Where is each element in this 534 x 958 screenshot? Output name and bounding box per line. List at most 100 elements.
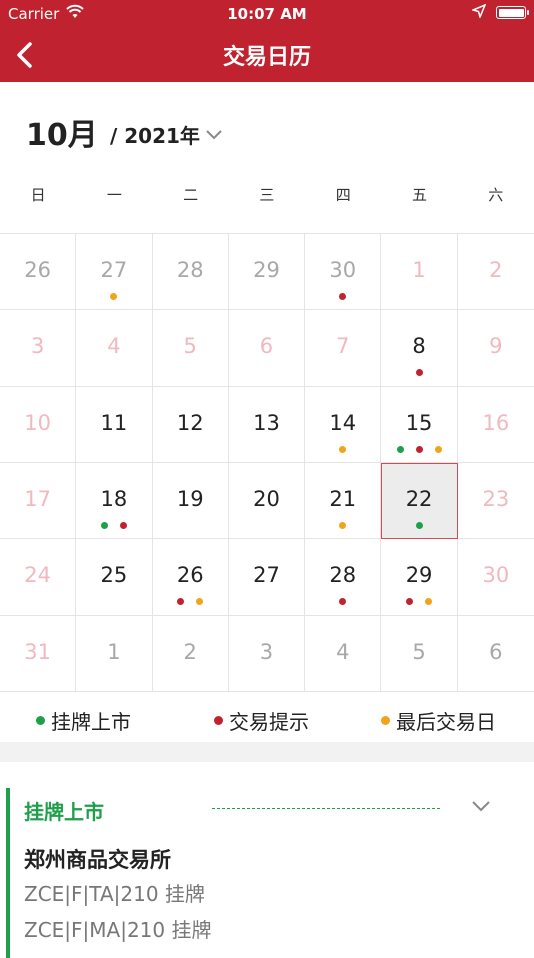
- legend-trade: 交易提示: [214, 706, 309, 735]
- calendar-day-cell[interactable]: 27: [76, 234, 153, 311]
- day-number: 27: [253, 563, 280, 588]
- day-number: 12: [176, 410, 204, 435]
- section-divider: [0, 742, 534, 762]
- month-label: 10月: [26, 118, 98, 153]
- calendar-day-cell[interactable]: 28: [305, 539, 382, 616]
- trade-dot-icon: [177, 598, 185, 606]
- day-number: 25: [100, 563, 128, 588]
- calendar-day-cell[interactable]: 30: [457, 539, 534, 616]
- exchange-name: 郑州商品交易所: [24, 848, 171, 872]
- year-label: / 2021年: [110, 124, 200, 148]
- calendar-day-cell[interactable]: 1: [381, 234, 458, 311]
- day-number: 4: [336, 639, 350, 664]
- day-number: 30: [482, 563, 510, 588]
- calendar-day-cell[interactable]: 5: [381, 615, 458, 692]
- day-number: 19: [176, 487, 204, 511]
- chevron-down-icon[interactable]: [204, 126, 224, 145]
- event-item[interactable]: ZCE|F|TA|210 挂牌: [24, 878, 205, 907]
- weekday-label: 二: [183, 186, 199, 204]
- trade-dot-icon: [406, 598, 414, 606]
- calendar-day-cell[interactable]: 30: [305, 234, 382, 311]
- calendar-day-cell[interactable]: 3: [228, 615, 306, 692]
- calendar-day-cell[interactable]: 4: [76, 310, 153, 387]
- calendar-day-cell[interactable]: 18: [76, 463, 153, 540]
- day-number: 14: [329, 410, 357, 435]
- calendar-day-cell[interactable]: 26: [152, 539, 229, 616]
- calendar-day-cell[interactable]: 29: [228, 234, 306, 311]
- calendar-day-cell[interactable]: 10: [0, 386, 77, 463]
- calendar-day-cell[interactable]: 1: [76, 615, 153, 692]
- event-dots: [381, 445, 456, 453]
- day-number: 28: [329, 563, 357, 588]
- calendar-day-cell[interactable]: 2: [152, 615, 229, 692]
- day-number: 9: [489, 334, 503, 359]
- calendar-day-cell[interactable]: 21: [305, 463, 382, 540]
- status-bar: Carrier 10:07 AM: [0, 0, 534, 28]
- event-dots: [153, 598, 228, 606]
- last-dot-icon: [434, 445, 442, 453]
- day-number: 26: [176, 563, 204, 588]
- event-item[interactable]: ZCE|F|MA|210 挂牌: [24, 914, 212, 943]
- event-dots: [76, 293, 151, 300]
- calendar-day-cell[interactable]: 2: [457, 234, 534, 311]
- trade-dot-icon: [119, 522, 127, 529]
- calendar-day-cell[interactable]: 29: [381, 539, 458, 616]
- month-selector[interactable]: 10月 / 2021年: [0, 82, 534, 174]
- day-number: 5: [183, 334, 197, 359]
- calendar-day-cell[interactable]: 4: [305, 615, 382, 692]
- legend-label: 交易提示: [229, 710, 309, 734]
- calendar-day-cell[interactable]: 3: [0, 310, 77, 387]
- event-dots: [381, 522, 456, 529]
- calendar-day-cell[interactable]: 8: [381, 310, 458, 387]
- trade-dot-icon: [339, 293, 347, 300]
- calendar-day-cell[interactable]: 7: [305, 310, 382, 387]
- calendar-day-cell[interactable]: 11: [76, 386, 153, 463]
- calendar-day-cell[interactable]: 27: [228, 539, 306, 616]
- day-number: 3: [259, 639, 274, 664]
- calendar-day-cell[interactable]: 25: [76, 539, 153, 616]
- day-number: 10: [24, 410, 51, 435]
- calendar-day-cell[interactable]: 20: [228, 463, 306, 540]
- calendar-day-cell[interactable]: 12: [152, 386, 229, 463]
- calendar-day-cell[interactable]: 17: [0, 463, 77, 540]
- day-number: 29: [405, 563, 433, 588]
- calendar-day-cell[interactable]: 23: [457, 463, 534, 540]
- day-number: 21: [329, 487, 357, 511]
- calendar-day-cell[interactable]: 6: [228, 310, 306, 387]
- weekday-label: 四: [335, 186, 351, 204]
- calendar-day-cell[interactable]: 6: [457, 616, 534, 692]
- calendar-day-cell[interactable]: 13: [228, 386, 306, 463]
- calendar-day-cell[interactable]: 31: [0, 615, 77, 692]
- panel-heading: 挂牌上市: [24, 800, 104, 824]
- day-number: 31: [24, 639, 51, 664]
- calendar-day-cell[interactable]: 15: [381, 386, 458, 463]
- last-trade-dot-icon: [381, 716, 390, 725]
- calendar-day-cell[interactable]: 9: [457, 310, 534, 387]
- event-dots: [305, 522, 380, 529]
- calendar-day-cell[interactable]: 24: [0, 539, 77, 616]
- last-dot-icon: [110, 293, 118, 300]
- calendar-day-cell[interactable]: 26: [0, 234, 77, 311]
- day-number: 29: [253, 258, 280, 282]
- calendar-day-cell[interactable]: 16: [457, 387, 534, 463]
- listing-dot-icon: [100, 522, 108, 529]
- calendar-grid: 26 27 28 29 30 1 2 3 4 5 6 7 8 9 10 11 12 13 14 15 16 17 18 19 2…: [0, 233, 534, 692]
- day-number: 20: [253, 487, 280, 511]
- dashed-divider: [212, 808, 440, 809]
- trade-dot-icon: [214, 716, 223, 725]
- day-number: 27: [100, 258, 128, 282]
- chevron-down-icon[interactable]: [470, 798, 492, 817]
- calendar-day-cell[interactable]: 22: [381, 463, 458, 540]
- last-dot-icon: [339, 522, 347, 529]
- listing-dot-icon: [396, 445, 404, 453]
- day-number: 6: [489, 639, 503, 664]
- calendar-day-cell[interactable]: 19: [152, 463, 229, 540]
- last-dot-icon: [339, 445, 347, 453]
- calendar-day-cell[interactable]: 14: [305, 386, 382, 463]
- calendar-day-cell[interactable]: 28: [152, 234, 229, 311]
- day-number: 30: [329, 258, 357, 282]
- day-number: 23: [482, 487, 510, 511]
- page-title: 交易日历: [222, 45, 311, 70]
- calendar-day-cell[interactable]: 5: [152, 310, 229, 387]
- day-number: 6: [259, 334, 274, 359]
